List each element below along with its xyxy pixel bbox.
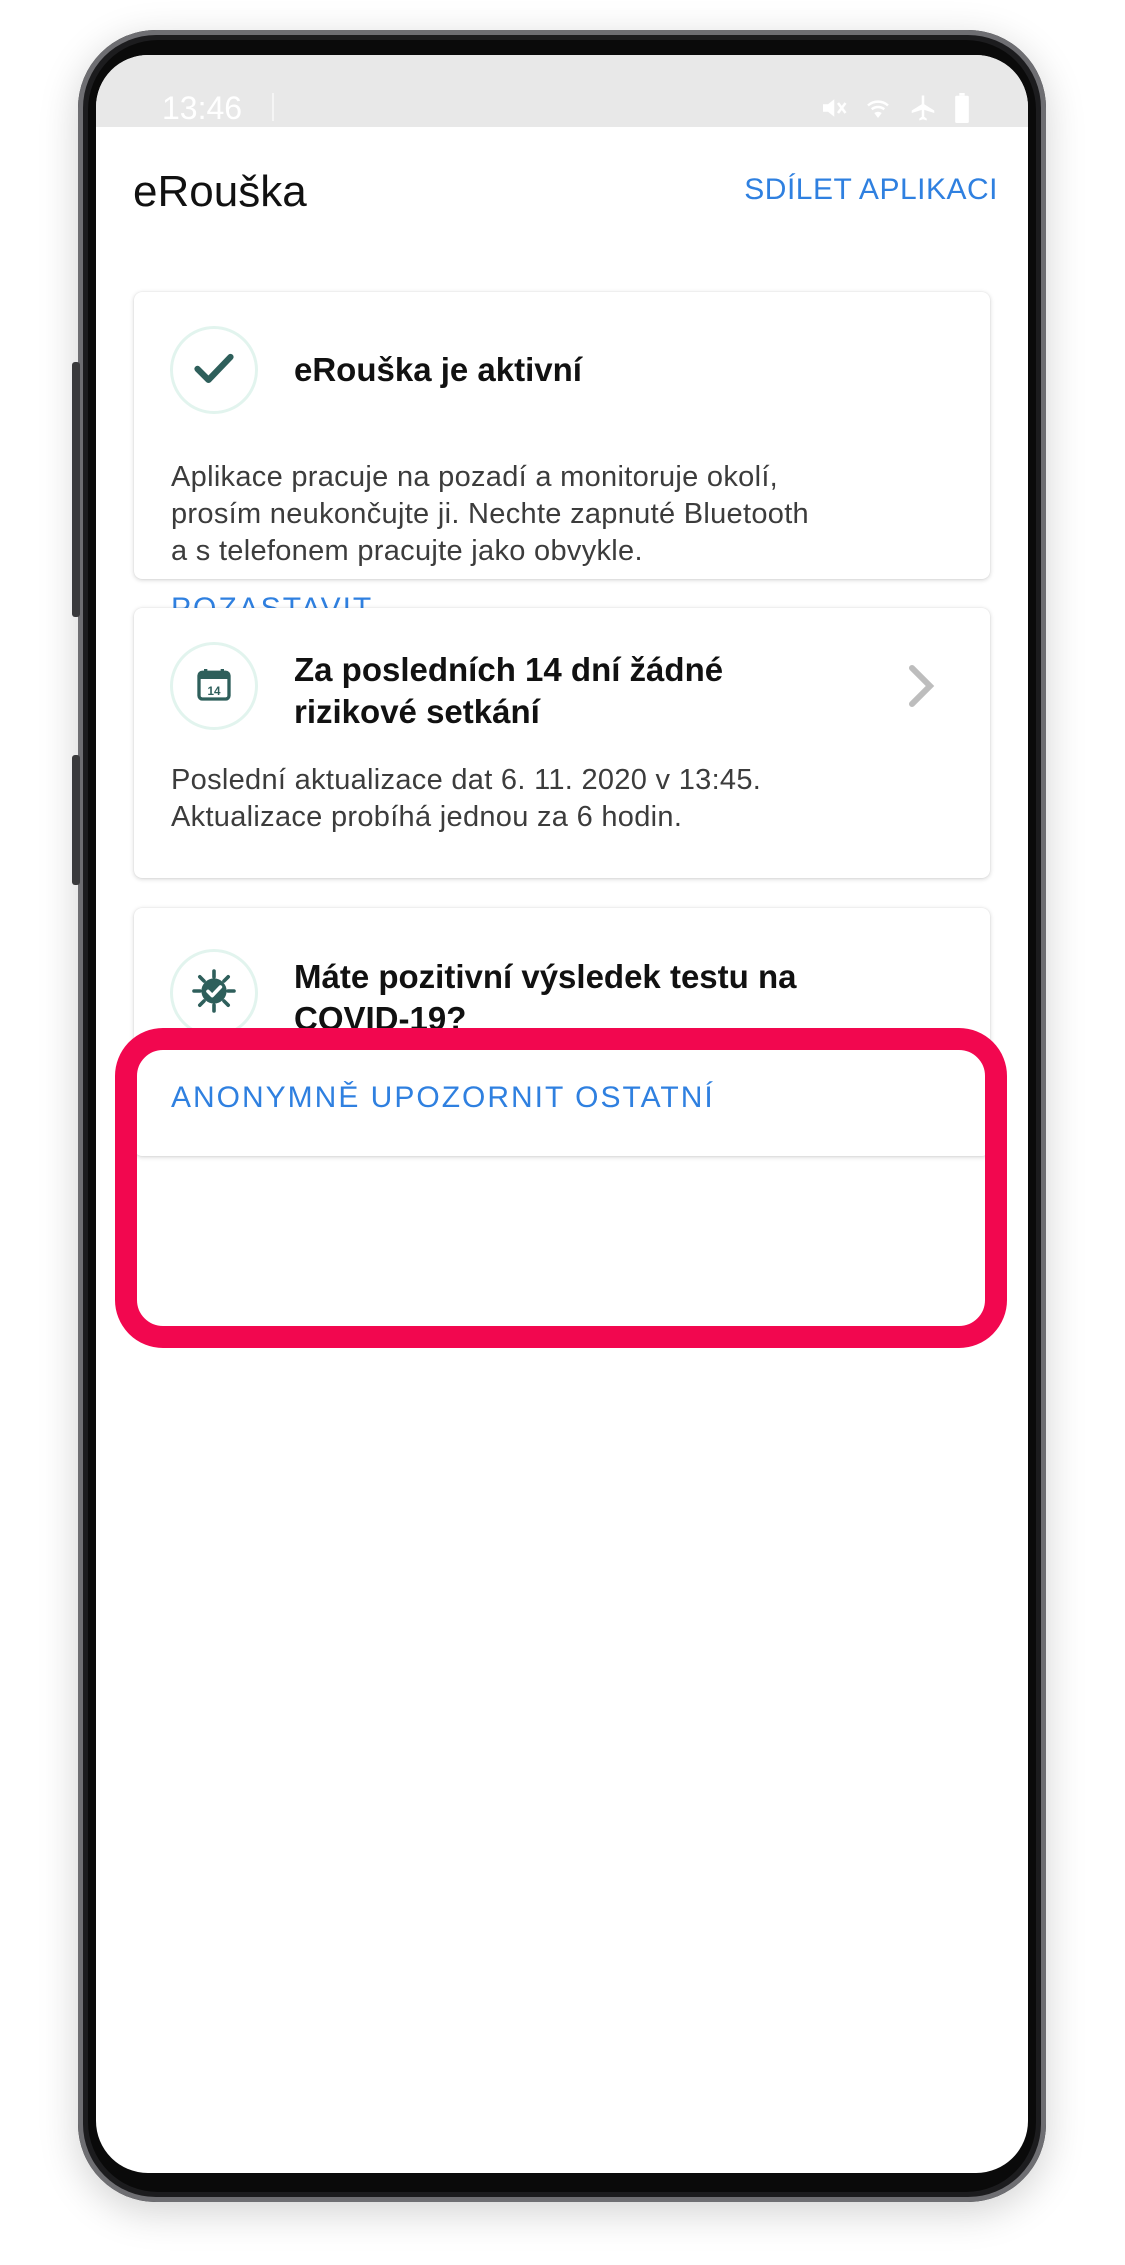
calendar-icon-circle: 14 [170, 642, 258, 730]
calendar-icon: 14 [194, 664, 234, 709]
active-card-title: eRouška je aktivní [294, 351, 582, 388]
risk-card-title: Za posledních 14 dní žádné rizikové setk… [294, 649, 723, 733]
airplane-icon [908, 93, 938, 123]
active-card-body-line: a s telefonem pracujte jako obvykle. [171, 535, 643, 567]
covid-card-title-line: Máte pozitivní výsledek testu na [294, 958, 797, 995]
status-icon-circle [170, 326, 258, 414]
mute-icon [818, 93, 848, 123]
wifi-icon [862, 93, 894, 123]
active-card-body-line: Aplikace pracuje na pozadí a monitoruje … [171, 461, 779, 493]
status-time: 13:46 [162, 90, 243, 126]
status-bar: 13:46 [96, 55, 1028, 127]
risk-encounters-card[interactable]: 14 Za posledních 14 dní žádné rizikové s… [134, 608, 990, 878]
status-icons [818, 93, 972, 123]
highlight-frame [115, 1028, 1007, 1348]
chevron-right-icon [904, 662, 940, 715]
risk-card-body: Poslední aktualizace dat 6. 11. 2020 v 1… [171, 762, 761, 836]
risk-card-title-line: Za posledních 14 dní žádné [294, 651, 724, 688]
calendar-day: 14 [208, 684, 221, 697]
active-card-body: Aplikace pracuje na pozadí a monitoruje … [171, 459, 809, 570]
active-card-body-line: prosím neukončujte ji. Nechte zapnuté Bl… [171, 498, 809, 530]
virus-icon-circle [170, 949, 258, 1037]
risk-card-body-line: Poslední aktualizace dat 6. 11. 2020 v 1… [171, 764, 762, 796]
app-title: eRouška [133, 167, 307, 216]
battery-icon [952, 93, 972, 123]
app-screen: 13:46 eRouška SDÍLET APLIKACI eRouška je [96, 55, 1028, 2173]
power-button [72, 755, 80, 885]
risk-card-body-line: Aktualizace probíhá jednou za 6 hodin. [171, 801, 683, 833]
volume-button [72, 362, 80, 617]
status-divider [272, 93, 274, 121]
virus-check-icon [190, 967, 238, 1020]
risk-card-title-line: rizikové setkání [294, 693, 540, 730]
checkmark-icon [192, 346, 236, 395]
active-status-card: eRouška je aktivní Aplikace pracuje na p… [134, 292, 990, 625]
share-app-button[interactable]: SDÍLET APLIKACI [744, 173, 998, 207]
